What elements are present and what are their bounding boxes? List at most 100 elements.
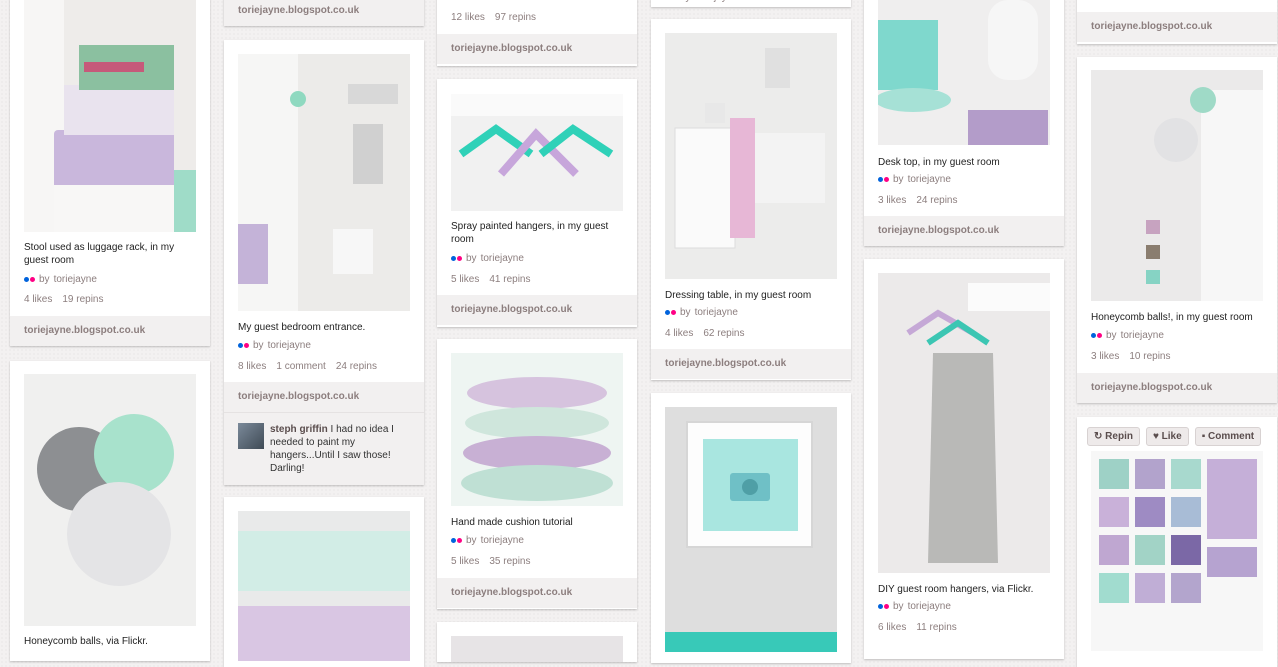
pin-card[interactable] bbox=[651, 393, 851, 663]
pin-description: Spray painted hangers, in my guest room bbox=[451, 221, 609, 245]
pin-source-link[interactable]: toriejayne.blogspot.co.uk bbox=[1077, 373, 1277, 403]
pin-image[interactable] bbox=[238, 54, 410, 311]
pin-source-link[interactable]: toriejayne.blogspot.co.uk bbox=[864, 216, 1064, 246]
pin-user-link[interactable]: toriejayne bbox=[1121, 330, 1164, 341]
pin-card[interactable] bbox=[437, 622, 637, 662]
pin-image[interactable] bbox=[24, 0, 196, 232]
pin-card[interactable]: toriejayne.blogspot.co.uk bbox=[1077, 0, 1277, 44]
likes-count: 8 likes bbox=[238, 361, 267, 372]
pin-image[interactable] bbox=[665, 33, 837, 279]
pin-card[interactable]: Stool used as luggage rack, in my guest … bbox=[10, 0, 210, 346]
pin-image[interactable] bbox=[1091, 70, 1263, 301]
flickr-icon bbox=[451, 538, 462, 543]
pin-photo bbox=[238, 54, 410, 311]
pin-description: Hand made cushion tutorial bbox=[451, 517, 573, 528]
pin-photo bbox=[665, 33, 837, 279]
pin-user-link[interactable]: toriejayne bbox=[695, 0, 738, 3]
repins-count: 41 repins bbox=[489, 274, 531, 285]
pin-card[interactable]: My guest bedroom entrance. by toriejayne … bbox=[224, 40, 424, 485]
repins-count: 97 repins bbox=[494, 12, 537, 23]
pin-source-link[interactable]: toriejayne.blogspot.co.uk bbox=[224, 382, 424, 412]
pin-attribution: by toriejayne bbox=[238, 340, 311, 351]
pin-card[interactable]: Honeycomb balls, via Flickr. bbox=[10, 361, 210, 661]
pin-attribution: by toriejayne bbox=[1091, 330, 1164, 341]
pin-stats: 12 likes 97 repins bbox=[451, 12, 546, 23]
pin-image[interactable] bbox=[238, 511, 410, 661]
likes-count: 3 likes bbox=[878, 195, 907, 206]
pin-image[interactable] bbox=[665, 407, 837, 652]
pin-card[interactable]: DIY guest room hangers, via Flickr. by to… bbox=[864, 259, 1064, 659]
likes-count: 3 likes bbox=[1091, 351, 1120, 362]
pin-image[interactable] bbox=[24, 374, 196, 626]
likes-count: 4 likes bbox=[24, 294, 53, 305]
pin-user-link[interactable]: toriejayne bbox=[908, 174, 951, 185]
pin-source-link[interactable]: toriejayne.blogspot.co.uk bbox=[437, 295, 637, 325]
pin-photo bbox=[238, 511, 410, 661]
pin-user-link[interactable]: toriejayne bbox=[54, 274, 97, 285]
pin-description: Honeycomb balls!, in my guest room bbox=[1091, 312, 1253, 323]
comment-text: steph griffin I had no idea I needed to … bbox=[270, 423, 410, 475]
pin-card[interactable]: 12 likes 97 repins toriejayne.blogspot.co… bbox=[437, 0, 637, 66]
pin-attribution: by toriejayne bbox=[878, 601, 951, 612]
pin-image[interactable] bbox=[451, 94, 623, 211]
likes-count: 5 likes bbox=[451, 556, 480, 567]
by-label: by bbox=[39, 274, 50, 285]
pin-user-link[interactable]: toriejayne bbox=[481, 253, 524, 264]
flickr-icon bbox=[1091, 333, 1102, 338]
pin-card[interactable]: Hand made cushion tutorial by toriejayne … bbox=[437, 339, 637, 609]
by-label: by bbox=[893, 174, 904, 185]
pin-source-link[interactable]: toriejayne.blogspot.co.uk bbox=[10, 316, 210, 346]
pin-description: Desk top, in my guest room bbox=[878, 157, 1000, 168]
pin-source-link[interactable]: toriejayne.blogspot.co.uk bbox=[437, 578, 637, 608]
repins-count: 19 repins bbox=[62, 294, 104, 305]
pin-card[interactable]: Honeycomb balls!, in my guest room by tor… bbox=[1077, 57, 1277, 403]
pin-image[interactable] bbox=[451, 353, 623, 506]
pin-card[interactable]: toriejayne.blogspot.co.uk bbox=[224, 0, 424, 26]
pin-card[interactable]: by toriejayne bbox=[651, 0, 851, 7]
comments-count: 1 comment bbox=[276, 361, 326, 372]
pin-card[interactable]: ↻ Repin ♥ Like ▪ Comment bbox=[1077, 417, 1277, 667]
pin-stats: 3 likes 10 repins bbox=[1091, 351, 1181, 362]
flickr-icon bbox=[24, 277, 35, 282]
pin-stats: 3 likes 24 repins bbox=[878, 195, 968, 206]
pin-description: Stool used as luggage rack, in my guest … bbox=[24, 242, 175, 266]
pin-card[interactable]: Dressing table, in my guest room by torie… bbox=[651, 19, 851, 380]
pin-stats: 6 likes 11 repins bbox=[878, 622, 967, 633]
by-label: by bbox=[680, 0, 691, 3]
like-label: Like bbox=[1161, 431, 1182, 442]
likes-count: 4 likes bbox=[665, 328, 694, 339]
avatar[interactable] bbox=[238, 423, 264, 449]
commenter-name[interactable]: steph griffin bbox=[270, 424, 328, 435]
pin-stats: 4 likes 62 repins bbox=[665, 328, 755, 339]
pin-image[interactable] bbox=[451, 636, 623, 662]
pin-source-link[interactable]: toriejayne.blogspot.co.uk bbox=[437, 34, 637, 64]
pin-card[interactable] bbox=[224, 497, 424, 667]
pin-photo bbox=[665, 407, 837, 652]
pin-photo bbox=[451, 94, 623, 211]
repin-button[interactable]: ↻ Repin bbox=[1087, 427, 1140, 446]
pin-description: DIY guest room hangers, via Flickr. bbox=[878, 584, 1034, 595]
by-label: by bbox=[893, 601, 904, 612]
pin-photo bbox=[451, 353, 623, 506]
pin-description: My guest bedroom entrance. bbox=[238, 322, 366, 333]
pin-user-link[interactable]: toriejayne bbox=[695, 307, 738, 318]
pin-user-link[interactable]: toriejayne bbox=[481, 535, 524, 546]
pin-source-link[interactable]: toriejayne.blogspot.co.uk bbox=[651, 349, 851, 379]
comment-button[interactable]: ▪ Comment bbox=[1194, 427, 1262, 446]
pin-user-link[interactable]: toriejayne bbox=[268, 340, 311, 351]
pin-attribution: by toriejayne bbox=[451, 535, 524, 546]
pin-user-link[interactable]: toriejayne bbox=[908, 601, 951, 612]
pin-source-link[interactable]: toriejayne.blogspot.co.uk bbox=[224, 0, 424, 26]
pin-photo bbox=[24, 374, 196, 626]
pin-card[interactable]: Spray painted hangers, in my guest room … bbox=[437, 79, 637, 327]
pin-attribution: by toriejayne bbox=[24, 274, 97, 285]
pin-source-link[interactable]: toriejayne.blogspot.co.uk bbox=[1077, 12, 1277, 42]
by-label: by bbox=[253, 340, 264, 351]
pin-image[interactable] bbox=[1091, 451, 1263, 651]
like-button[interactable]: ♥ Like bbox=[1145, 427, 1189, 446]
pin-image[interactable] bbox=[878, 273, 1050, 573]
likes-count: 6 likes bbox=[878, 622, 907, 633]
by-label: by bbox=[1106, 330, 1117, 341]
pin-card[interactable]: Desk top, in my guest room by toriejayne … bbox=[864, 0, 1064, 246]
pin-image[interactable] bbox=[878, 0, 1050, 145]
